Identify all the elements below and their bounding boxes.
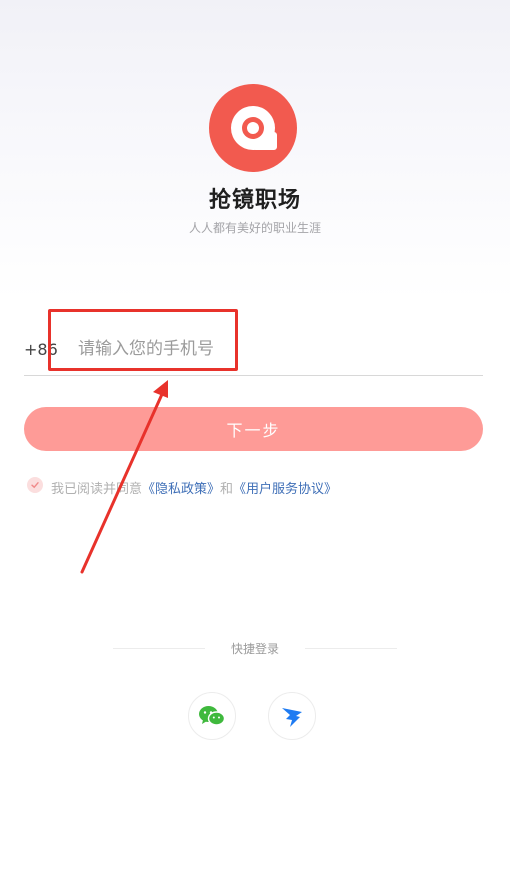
next-step-button[interactable]: 下一步	[24, 407, 483, 451]
quick-login-label: 快捷登录	[230, 642, 279, 656]
app-slogan: 人人都有美好的职业生涯	[188, 221, 321, 235]
camera-logo-icon	[231, 106, 277, 150]
dingtalk-icon	[282, 708, 302, 727]
app-logo	[209, 84, 297, 172]
dingtalk-login-button[interactable]	[268, 692, 316, 740]
agreement-conjunction: 和	[220, 482, 234, 497]
agreement-checkbox[interactable]	[27, 477, 43, 493]
wechat-icon	[199, 706, 226, 726]
app-title: 抢镜职场	[208, 188, 301, 213]
agreement-prefix: 我已阅读并同意	[51, 482, 143, 497]
wechat-login-button[interactable]	[188, 692, 236, 740]
agreement-text: 我已阅读并同意《隐私政策》和《用户服务协议》	[51, 478, 337, 497]
input-underline	[24, 375, 483, 376]
privacy-policy-link[interactable]: 《隐私政策》	[142, 482, 220, 497]
check-icon	[31, 482, 39, 489]
service-agreement-link[interactable]: 《用户服务协议》	[233, 482, 337, 497]
annotation-highlight-box	[48, 309, 238, 371]
